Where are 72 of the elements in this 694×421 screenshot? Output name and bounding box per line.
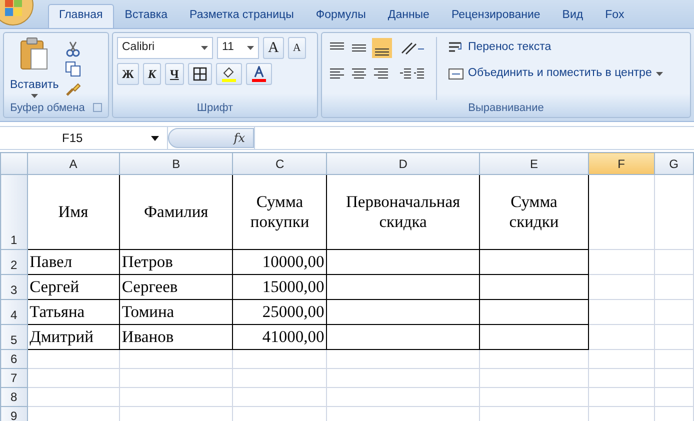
font-name-field[interactable]: Calibri: [117, 37, 213, 59]
copy-icon[interactable]: [64, 61, 81, 77]
table-cell: Фамилия: [119, 174, 233, 250]
ribbon-tab[interactable]: Вставка: [114, 4, 179, 28]
row-header[interactable]: 3: [0, 274, 28, 300]
column-header[interactable]: C: [232, 152, 327, 174]
caret-icon[interactable]: [247, 46, 254, 50]
fill-color-button[interactable]: [216, 63, 242, 85]
group-title: Выравнивание: [468, 102, 544, 114]
scissors-icon[interactable]: [64, 41, 81, 57]
underline-button[interactable]: Ч: [165, 63, 184, 85]
italic-button[interactable]: К: [142, 63, 162, 85]
table-cell: 41000,00: [232, 324, 327, 350]
font-color-icon: [250, 66, 267, 82]
row-header[interactable]: 5: [0, 324, 28, 350]
column-header[interactable]: F: [588, 152, 654, 174]
table-cell: 25000,00: [232, 300, 327, 324]
table-cell: Сумма скидки: [479, 174, 589, 250]
paste-button[interactable]: Вставить: [8, 37, 61, 100]
merge-center-button[interactable]: Объединить и поместить в центре: [445, 63, 666, 85]
table-cell: 15000,00: [232, 274, 327, 300]
column-header[interactable]: G: [654, 152, 694, 174]
font-color-button[interactable]: [246, 63, 272, 85]
insert-function-button[interactable]: fx: [168, 128, 254, 148]
table-cell: Павел: [27, 250, 120, 274]
ribbon-tab[interactable]: Главная: [48, 4, 114, 28]
borders-button[interactable]: [188, 63, 212, 85]
column-header[interactable]: D: [326, 152, 480, 174]
table-cell: Имя: [27, 174, 120, 250]
row-header[interactable]: 1: [0, 174, 28, 250]
caret-icon[interactable]: [201, 46, 208, 50]
table-cell: Татьяна: [27, 300, 120, 324]
table-cell: Дмитрий: [27, 324, 120, 350]
row-header[interactable]: 6: [0, 350, 28, 368]
table-cell: Томина: [119, 300, 233, 324]
ribbon-tab[interactable]: Данные: [376, 4, 440, 28]
font-size-field[interactable]: 11: [217, 37, 259, 59]
name-box[interactable]: F15: [0, 127, 168, 149]
paint-bucket-icon: [220, 66, 237, 82]
table-cell: Иванов: [119, 324, 233, 350]
table-cell: Сергей: [27, 274, 120, 300]
row-header[interactable]: 2: [0, 250, 28, 274]
merge-cells-icon: [448, 66, 464, 82]
ribbon-tab[interactable]: Рецензирование: [440, 4, 552, 28]
table-cell: Сергеев: [119, 274, 233, 300]
table-cell: 10000,00: [232, 250, 327, 274]
caret-icon: [656, 72, 663, 76]
caret-icon[interactable]: [151, 136, 159, 140]
caret-icon: [30, 94, 38, 98]
ribbon-tab[interactable]: Вид: [551, 4, 594, 28]
wrap-text-button[interactable]: Перенос текста: [445, 37, 666, 59]
group-title: Буфер обмена: [10, 100, 85, 116]
column-header[interactable]: B: [119, 152, 233, 174]
column-header[interactable]: A: [27, 152, 120, 174]
row-header[interactable]: 9: [0, 406, 28, 421]
clipboard-icon: [19, 37, 50, 71]
table-cell: Сумма покупки: [232, 174, 327, 250]
ribbon-tab[interactable]: Fox: [594, 4, 636, 28]
shrink-font-button[interactable]: A: [288, 37, 306, 59]
row-header[interactable]: 7: [0, 368, 28, 388]
grow-font-button[interactable]: A: [263, 37, 284, 59]
table-cell: Первоначальная скидка: [326, 174, 480, 250]
row-header[interactable]: 8: [0, 388, 28, 406]
ribbon-tab[interactable]: Формулы: [304, 4, 377, 28]
group-title: Шрифт: [196, 102, 234, 114]
borders-icon: [192, 67, 207, 81]
column-header[interactable]: E: [479, 152, 589, 174]
table-cell: Петров: [119, 250, 233, 274]
bold-button[interactable]: Ж: [117, 63, 139, 85]
ribbon-tab[interactable]: Разметка страницы: [178, 4, 305, 28]
row-header[interactable]: 4: [0, 300, 28, 324]
brush-icon[interactable]: [64, 81, 81, 97]
